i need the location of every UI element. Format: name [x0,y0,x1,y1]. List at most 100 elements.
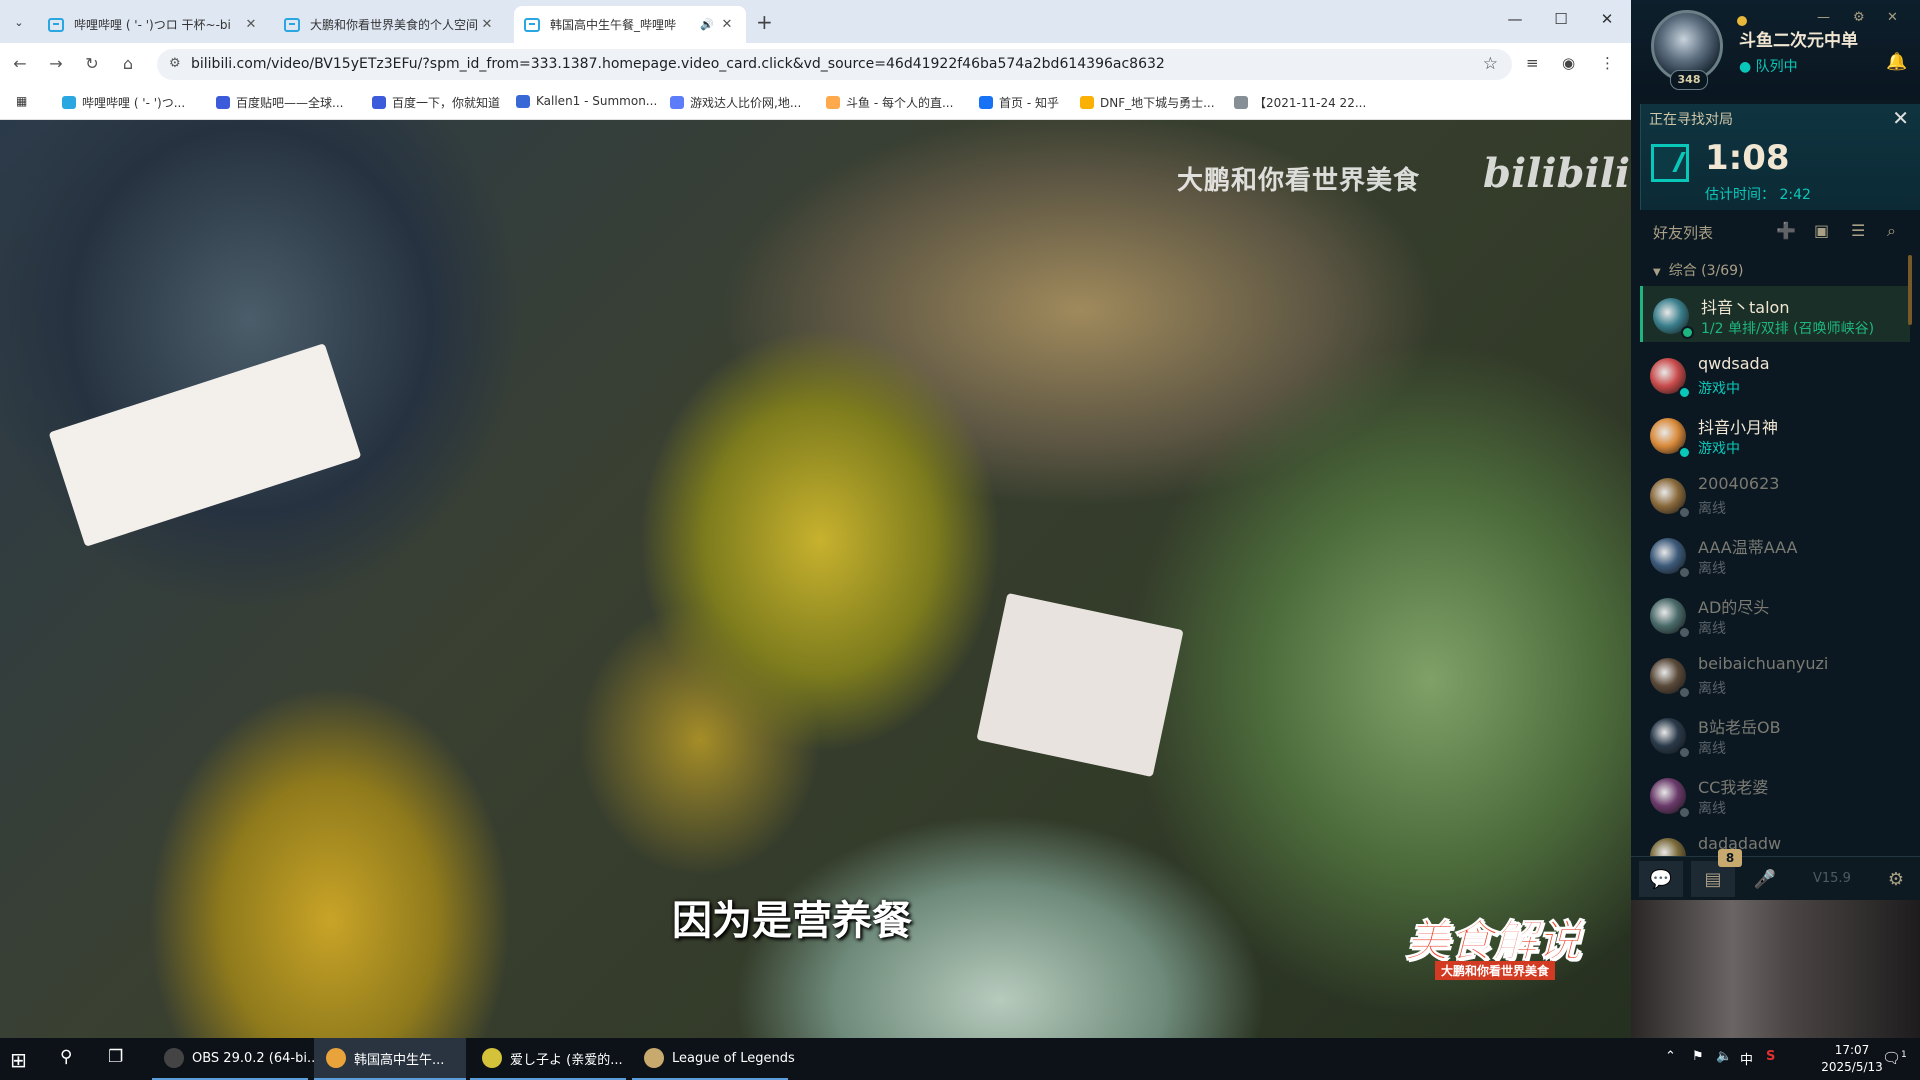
chevron-up-icon[interactable]: ⌃ [1665,1049,1676,1064]
chat-icon[interactable]: 💬 [1639,861,1683,897]
bookmark-icon [62,96,76,109]
queue-estimate: 估计时间： 2:42 [1705,187,1811,203]
friend-item[interactable]: 抖音小月神 游戏中 [1640,406,1910,462]
bookmark-icon [1234,96,1248,109]
summoner-status-text: 队列中 [1755,59,1798,75]
close-tab-icon[interactable]: ✕ [242,17,260,32]
app-icon [482,1048,502,1068]
search-icon[interactable]: ⚲ [60,1047,72,1067]
list-view-icon[interactable]: ☰ [1851,221,1865,240]
media-controls-icon[interactable]: ≡ [1526,54,1539,72]
new-tab-button[interactable]: + [756,10,773,34]
friend-item[interactable]: 20040623 离线 [1640,466,1910,522]
friend-status-dot [1678,386,1691,399]
windows-start-icon[interactable]: ⊞ [10,1048,27,1072]
friend-status-dot [1678,806,1691,819]
bilibili-logo: bilibili [1483,150,1631,197]
add-folder-icon[interactable]: ▣ [1814,221,1829,240]
status-dot-icon: ● [1739,59,1752,75]
bookmark-label: 哔哩哔哩 ( '- ')つ... [82,96,186,110]
video-pineapple-sticker [48,343,362,547]
ime-indicator[interactable]: 中 [1740,1049,1753,1068]
tab-creator-space[interactable]: 大鹏和你看世界美食的个人空间 ✕ [274,6,506,43]
bookmark-icon [516,94,530,108]
microphone-icon[interactable]: 🎤 [1743,861,1787,897]
bookmark-item[interactable]: Kallen1 - Summon... [516,94,657,108]
cancel-queue-icon[interactable]: ✕ [1892,106,1909,130]
friend-item[interactable]: dadadadw离线 [1640,826,1910,856]
close-tab-icon[interactable]: ✕ [478,17,496,32]
bookmark-icon [1080,96,1094,109]
settings-gear-icon[interactable]: ⚙ [1876,861,1916,897]
tab-title: 哔哩哔哩 ( '- ')つロ 干杯~-bi [74,18,231,32]
friend-item[interactable]: beibaichuanyuzi 离线 [1640,646,1910,702]
bookmark-label: DNF_地下城与勇士... [1100,96,1215,110]
close-icon[interactable]: ✕ [1887,10,1898,25]
friend-list-scrollbar[interactable] [1908,255,1912,325]
forward-button[interactable]: → [44,54,68,73]
bookmark-item[interactable]: 游戏达人比价网,地... [670,94,801,111]
reload-button[interactable]: ↻ [80,54,104,73]
friend-item[interactable]: AAA温蒂AAA 离线 [1640,526,1910,582]
bookmark-icon [826,96,840,109]
minimize-button[interactable]: — [1495,10,1535,28]
notification-center-icon[interactable]: 🗨1 [1882,1049,1907,1067]
site-info-icon[interactable]: ⚙ [169,56,181,71]
friend-item[interactable]: CC我老婆 离线 [1640,766,1910,822]
bookmark-item[interactable]: DNF_地下城与勇士... [1080,94,1215,111]
bookmark-item[interactable]: 百度贴吧——全球... [216,94,343,111]
friend-status: 游戏中 [1698,381,1740,397]
friend-name: beibaichuanyuzi [1698,654,1829,673]
app-icon [644,1048,664,1068]
menu-icon[interactable]: ⋮ [1600,54,1615,72]
url-text[interactable]: bilibili.com/video/BV15yETz3EFu/?spm_id_… [191,56,1165,72]
apps-grid-icon[interactable]: ▦ [16,94,27,108]
friend-item[interactable]: 抖音丶talon 1/2 单排/双排 (召唤师峡谷) [1640,286,1910,342]
tab-bilibili-home[interactable]: 哔哩哔哩 ( '- ')つロ 干杯~-bi ✕ [38,6,270,43]
video-player[interactable]: 大鹏和你看世界美食 bilibili 因为是营养餐 美食解说 大鹏和你看世界美食 [0,120,1631,1038]
network-icon[interactable]: ⚑ [1692,1049,1704,1064]
friend-item[interactable]: AD的尽头 离线 [1640,586,1910,642]
task-view-icon[interactable]: ❐ [108,1047,123,1067]
bookmark-star-icon[interactable]: ☆ [1483,54,1498,74]
bookmark-label: 首页 - 知乎 [999,96,1059,110]
taskbar-app-button[interactable]: 韩国高中生午... [314,1038,466,1080]
taskbar-app-button[interactable]: 爱し子よ (亲爱的... [470,1038,626,1080]
maximize-button[interactable]: ☐ [1541,10,1581,28]
taskbar-app-button[interactable]: OBS 29.0.2 (64-bi... [152,1038,319,1080]
minimize-icon[interactable]: — [1817,10,1830,25]
friend-item[interactable]: B站老岳OB 离线 [1640,706,1910,762]
bookmark-item[interactable]: 斗鱼 - 每个人的直... [826,94,953,111]
queue-elapsed-time: 1:08 [1705,138,1790,178]
friend-group-header[interactable]: ▼ 综合 (3/69) [1653,260,1744,280]
close-tab-icon[interactable]: ✕ [718,17,736,32]
close-window-button[interactable]: ✕ [1587,10,1627,28]
friend-item[interactable]: qwdsada 游戏中 [1640,346,1910,402]
tab-search-button[interactable]: ⌄ [6,10,32,34]
app-icon [326,1048,346,1068]
bell-icon[interactable]: 🔔 [1886,52,1907,72]
clock-time[interactable]: 17:07 [1817,1043,1887,1057]
address-bar[interactable]: ⚙ bilibili.com/video/BV15yETz3EFu/?spm_i… [157,49,1512,80]
bookmark-item[interactable]: 百度一下，你就知道 [372,94,500,111]
add-friend-icon[interactable]: ➕ [1776,221,1796,240]
search-icon[interactable]: ⌕ [1887,221,1896,241]
home-button[interactable]: ⌂ [116,54,140,73]
speaker-icon[interactable]: 🔊 [700,18,714,31]
taskbar-app-button[interactable]: League of Legends [632,1038,795,1080]
friend-name: qwdsada [1698,354,1770,373]
gear-icon[interactable]: ⚙ [1853,10,1865,25]
back-button[interactable]: ← [8,54,32,73]
bookmark-item[interactable]: 【2021-11-24 22... [1234,94,1366,111]
friend-status-dot [1681,326,1694,339]
friend-status-dot [1678,506,1691,519]
bookmark-item[interactable]: 首页 - 知乎 [979,94,1059,111]
lol-social-panel: 348 斗鱼二次元中单 ● 队列中 — ⚙ ✕ 🔔 正在寻找对局 ✕ 1:08 … [1631,0,1920,901]
volume-icon[interactable]: 🔈 [1716,1049,1732,1064]
tab-video-active[interactable]: 韩国高中生午餐_哔哩哔 🔊 ✕ [514,6,746,43]
summoner-name[interactable]: 斗鱼二次元中单 [1739,26,1858,51]
profile-icon[interactable]: ◉ [1562,54,1575,72]
queue-title: 正在寻找对局 [1649,112,1733,128]
sogou-ime-icon[interactable]: S [1766,1049,1775,1064]
bookmark-item[interactable]: 哔哩哔哩 ( '- ')つ... [62,94,185,111]
